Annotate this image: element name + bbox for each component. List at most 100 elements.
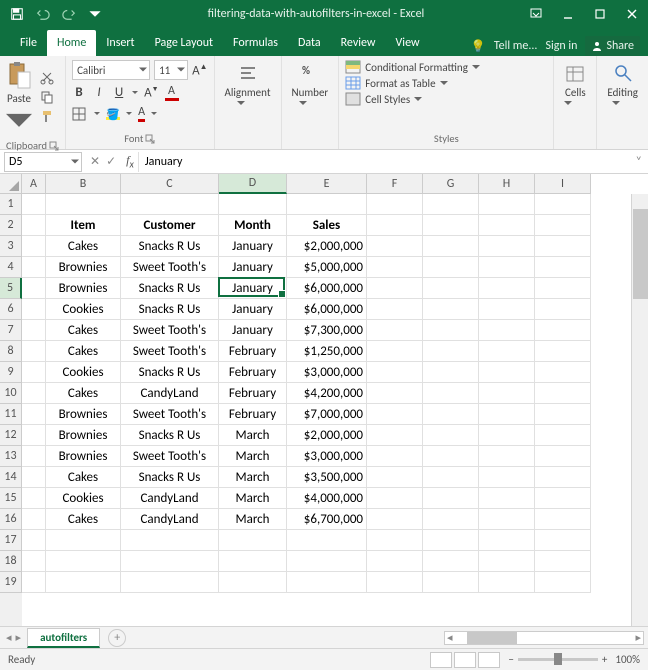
- cell[interactable]: Sweet Tooth's: [121, 404, 219, 425]
- underline-more-icon[interactable]: [132, 91, 138, 95]
- cell[interactable]: [46, 551, 121, 572]
- row-header-7[interactable]: 7: [0, 320, 22, 341]
- cell[interactable]: Cakes: [46, 320, 121, 341]
- cells-area[interactable]: ItemCustomerMonthSalesCakesSnacks R UsJa…: [22, 194, 591, 626]
- next-sheet-icon[interactable]: ▸: [16, 631, 22, 644]
- cell[interactable]: [22, 236, 46, 257]
- cell[interactable]: [479, 404, 535, 425]
- cell[interactable]: Brownies: [46, 404, 121, 425]
- cell[interactable]: $2,000,000: [287, 425, 367, 446]
- cell[interactable]: [479, 488, 535, 509]
- cell[interactable]: Cakes: [46, 341, 121, 362]
- col-header-I[interactable]: I: [535, 174, 591, 194]
- cell[interactable]: [367, 362, 423, 383]
- cell[interactable]: [367, 509, 423, 530]
- cell[interactable]: Sweet Tooth's: [121, 257, 219, 278]
- view-buttons[interactable]: [430, 652, 500, 668]
- cell[interactable]: [121, 551, 219, 572]
- cell[interactable]: [46, 530, 121, 551]
- row-header-3[interactable]: 3: [0, 236, 22, 257]
- cell[interactable]: [423, 425, 479, 446]
- cell[interactable]: January: [219, 320, 287, 341]
- cell[interactable]: February: [219, 341, 287, 362]
- cell[interactable]: [22, 509, 46, 530]
- cell[interactable]: [423, 236, 479, 257]
- cell[interactable]: Cookies: [46, 488, 121, 509]
- cell[interactable]: [479, 299, 535, 320]
- cell[interactable]: [219, 572, 287, 593]
- cell[interactable]: [22, 194, 46, 215]
- cell[interactable]: [22, 383, 46, 404]
- cell[interactable]: [479, 257, 535, 278]
- cell[interactable]: Snacks R Us: [121, 299, 219, 320]
- vertical-scrollbar[interactable]: [631, 194, 648, 626]
- row-header-4[interactable]: 4: [0, 257, 22, 278]
- row-header-11[interactable]: 11: [0, 404, 22, 425]
- cell[interactable]: $7,300,000: [287, 320, 367, 341]
- zoom-out-icon[interactable]: −: [508, 653, 513, 666]
- cell[interactable]: $2,000,000: [287, 236, 367, 257]
- cell[interactable]: [22, 425, 46, 446]
- cell[interactable]: [22, 215, 46, 236]
- col-header-E[interactable]: E: [287, 174, 367, 194]
- font-name-select[interactable]: Calibri: [72, 60, 150, 80]
- decrease-font-icon[interactable]: A▼: [144, 84, 158, 100]
- spreadsheet-grid[interactable]: ABCDEFGHI 12345678910111213141516171819 …: [0, 174, 648, 626]
- cell[interactable]: $6,000,000: [287, 299, 367, 320]
- fill-color-button[interactable]: 🪣: [106, 108, 120, 120]
- expand-formula-icon[interactable]: ˅: [630, 155, 648, 169]
- cell[interactable]: [22, 299, 46, 320]
- cell[interactable]: [479, 341, 535, 362]
- sign-in[interactable]: Sign in: [545, 39, 577, 53]
- tab-insert[interactable]: Insert: [96, 30, 144, 56]
- cell[interactable]: [22, 488, 46, 509]
- tab-review[interactable]: Review: [331, 30, 386, 56]
- cell[interactable]: [367, 194, 423, 215]
- cell[interactable]: March: [219, 467, 287, 488]
- cell[interactable]: $3,500,000: [287, 467, 367, 488]
- font-dialog-icon[interactable]: [145, 134, 155, 144]
- cell[interactable]: [535, 446, 591, 467]
- save-button[interactable]: [6, 3, 28, 25]
- cell[interactable]: March: [219, 446, 287, 467]
- cell[interactable]: Sweet Tooth's: [121, 320, 219, 341]
- cell[interactable]: $4,000,000: [287, 488, 367, 509]
- cell[interactable]: [367, 278, 423, 299]
- cell[interactable]: [367, 572, 423, 593]
- col-header-F[interactable]: F: [367, 174, 423, 194]
- cell[interactable]: $4,200,000: [287, 383, 367, 404]
- close-button[interactable]: [616, 0, 648, 28]
- cell[interactable]: [22, 257, 46, 278]
- tab-data[interactable]: Data: [288, 30, 331, 56]
- tab-home[interactable]: Home: [47, 30, 96, 56]
- font-size-select[interactable]: 11: [154, 60, 188, 80]
- row-header-5[interactable]: 5: [0, 278, 22, 299]
- cell[interactable]: [423, 362, 479, 383]
- cell[interactable]: [423, 383, 479, 404]
- prev-sheet-icon[interactable]: ◂: [6, 631, 12, 644]
- row-header-15[interactable]: 15: [0, 488, 22, 509]
- row-header-12[interactable]: 12: [0, 425, 22, 446]
- cell[interactable]: [479, 446, 535, 467]
- cell[interactable]: [535, 551, 591, 572]
- cell[interactable]: [423, 320, 479, 341]
- cell[interactable]: [287, 530, 367, 551]
- cell[interactable]: [46, 194, 121, 215]
- cell[interactable]: [479, 194, 535, 215]
- cell[interactable]: $6,700,000: [287, 509, 367, 530]
- cell[interactable]: [535, 425, 591, 446]
- cell[interactable]: $1,250,000: [287, 341, 367, 362]
- cell[interactable]: [121, 572, 219, 593]
- col-header-G[interactable]: G: [423, 174, 479, 194]
- cell[interactable]: [367, 425, 423, 446]
- cell[interactable]: [423, 257, 479, 278]
- cell[interactable]: February: [219, 362, 287, 383]
- cell[interactable]: [535, 362, 591, 383]
- zoom-in-icon[interactable]: +: [602, 653, 607, 666]
- tab-formulas[interactable]: Formulas: [223, 30, 288, 56]
- cell[interactable]: [423, 404, 479, 425]
- cell[interactable]: [22, 404, 46, 425]
- cell[interactable]: [22, 572, 46, 593]
- cell[interactable]: [535, 194, 591, 215]
- ribbon-opts-button[interactable]: [520, 0, 552, 28]
